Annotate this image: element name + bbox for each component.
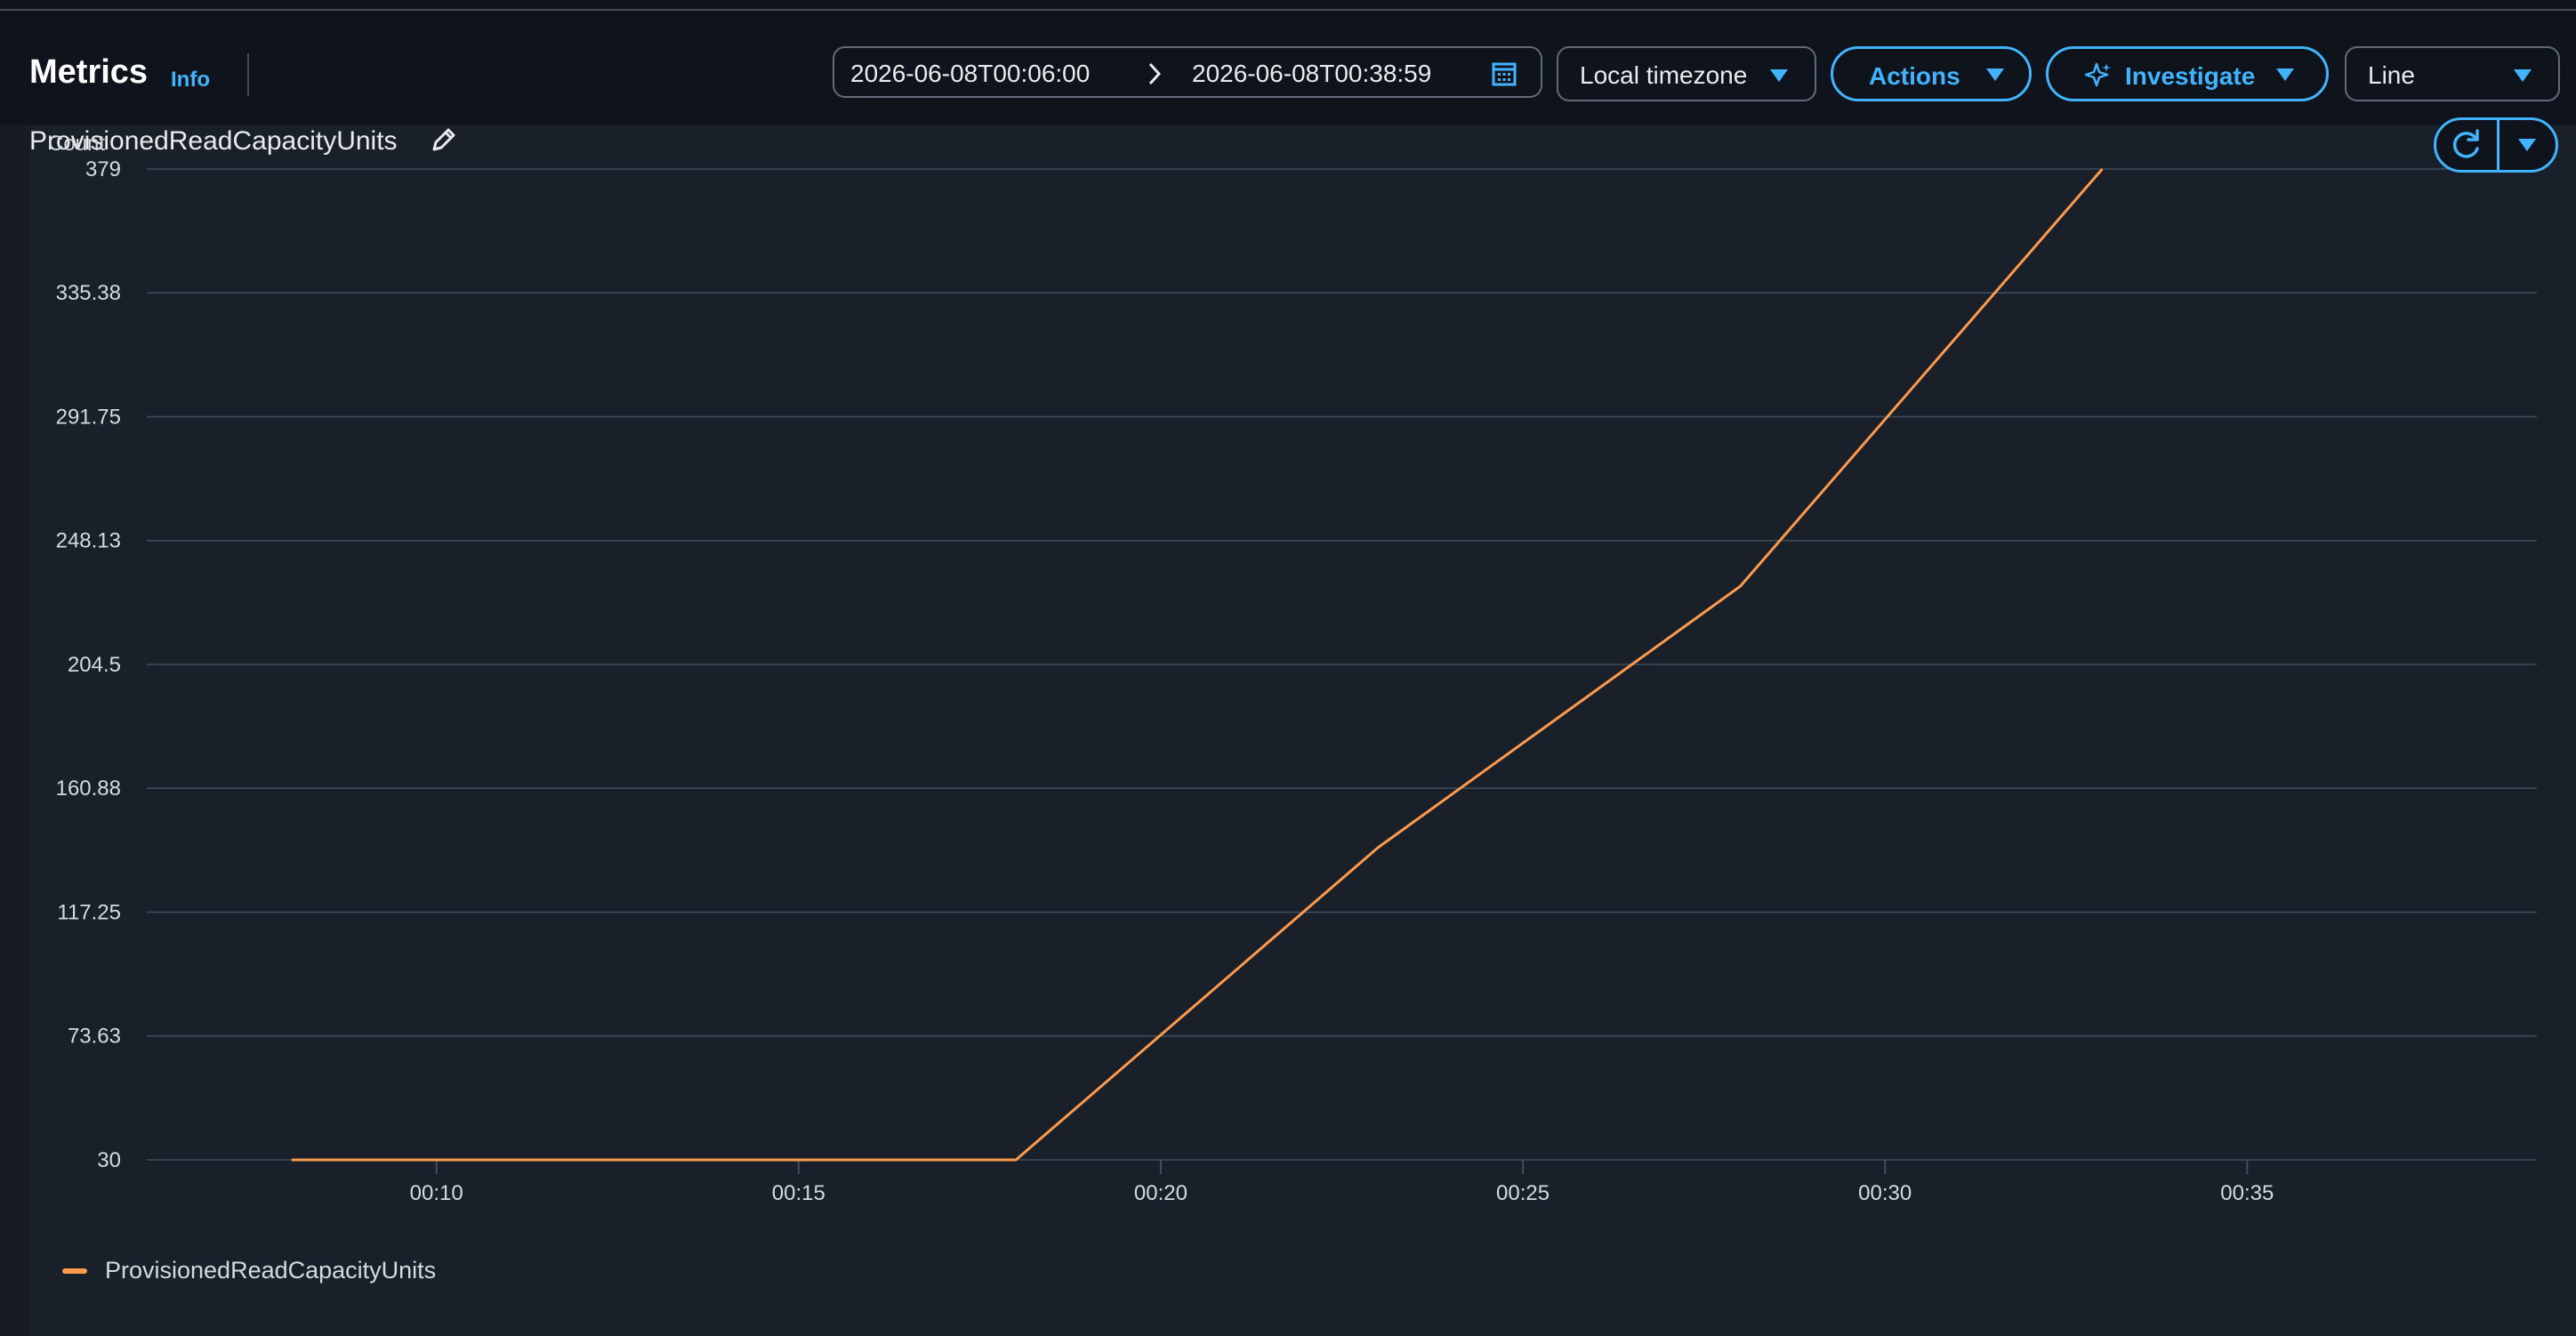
- y-tick-label: 291.75: [56, 406, 121, 430]
- y-tick-label: 117.25: [57, 901, 121, 925]
- caret-down-icon[interactable]: [2500, 120, 2556, 170]
- legend-label[interactable]: ProvisionedReadCapacityUnits: [105, 1257, 436, 1284]
- y-axis-unit: Count: [48, 132, 106, 156]
- y-tick-label: 204.5: [68, 653, 121, 677]
- y-tick-label: 30: [97, 1148, 121, 1172]
- refresh-icon[interactable]: [2436, 120, 2497, 170]
- y-tick-label: 379: [85, 157, 121, 181]
- y-tick-label: 335.38: [56, 281, 121, 305]
- legend-swatch: [62, 1268, 87, 1274]
- y-tick-label: 160.88: [56, 777, 121, 801]
- x-tick-label: 00:15: [772, 1181, 825, 1205]
- x-tick-label: 00:20: [1134, 1181, 1187, 1205]
- y-tick-label: 248.13: [56, 529, 121, 553]
- x-tick-label: 00:30: [1858, 1181, 1912, 1205]
- x-tick-label: 00:35: [2220, 1181, 2274, 1205]
- chart-area: 379 335.38 291.75 248.13 204.5 160.88 117.25 73…: [56, 157, 2537, 1205]
- refresh-button-group: [2434, 117, 2558, 173]
- y-tick-label: 73.63: [68, 1025, 121, 1049]
- pencil-icon[interactable]: [429, 125, 459, 159]
- x-tick-label: 00:25: [1496, 1181, 1550, 1205]
- x-tick-label: 00:10: [410, 1181, 463, 1205]
